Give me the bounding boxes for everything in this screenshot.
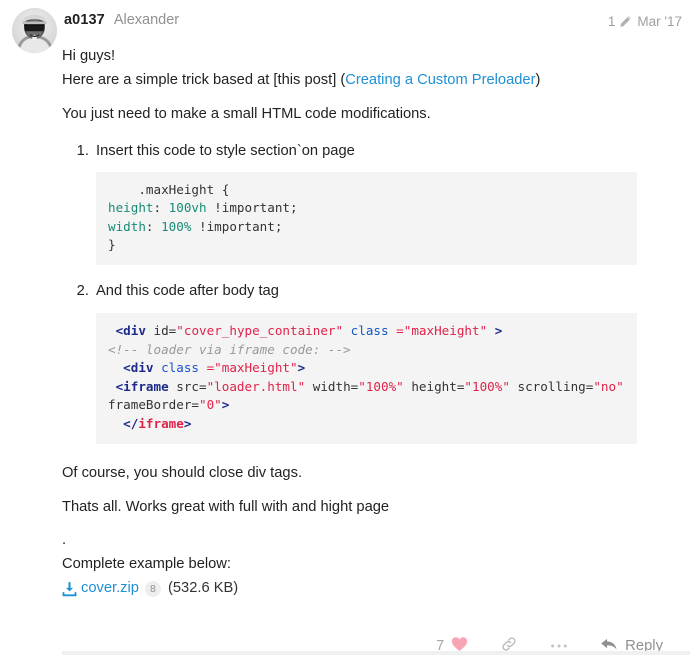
code-token: <iframe — [108, 378, 169, 394]
like-button[interactable]: 7 — [427, 630, 477, 662]
paragraph-greeting: Hi guys! — [62, 48, 116, 64]
paragraph-intro: Here are a simple trick based at [this p… — [62, 70, 678, 91]
code-token: scrolling= — [509, 378, 594, 394]
paragraph-outro-3: . — [62, 532, 67, 549]
paragraph-note: You just need to make a small HTML code … — [62, 105, 431, 122]
paragraph-outro-1: Of course, you should close div tags. — [62, 464, 303, 481]
more-actions-button[interactable] — [541, 632, 577, 660]
code-token: <div — [108, 360, 154, 376]
code-token: class — [153, 360, 207, 376]
code-token: > — [183, 416, 192, 431]
avatar-photo — [12, 8, 57, 53]
code-block-css[interactable]: .maxHeight { height: 100vh !important; w… — [96, 171, 637, 265]
post-body: Hi guys! Here are a simple trick based a… — [0, 46, 690, 599]
code-token: id= — [145, 322, 177, 338]
code-token: height= — [403, 378, 465, 394]
intro-text-before: Here are a simple trick based at [this p… — [62, 71, 346, 88]
code-token: <div — [108, 322, 146, 338]
code-html-content: <div id="cover_hype_container" class ="m… — [108, 323, 631, 431]
steps-list: Insert this code to style section`on pag… — [62, 141, 678, 444]
post-divider — [62, 651, 690, 655]
code-token: "100%" — [358, 378, 404, 394]
step-item-1: Insert this code to style section`on pag… — [93, 141, 678, 265]
reply-button[interactable]: Reply — [591, 630, 672, 662]
share-link-button[interactable] — [491, 629, 527, 663]
code-token: > — [221, 397, 230, 413]
code-token: .maxHeight { — [108, 181, 230, 197]
post-fullname: Alexander — [113, 12, 180, 28]
code-token: !important; — [191, 218, 283, 234]
code-token: "loader.html" — [206, 378, 306, 394]
code-token: height — [108, 200, 154, 216]
paragraph-outro-2: Thats all. Works great with full with an… — [62, 498, 390, 515]
code-token: "0" — [199, 397, 222, 413]
attachment-download-count: 8 — [144, 580, 161, 597]
download-icon — [62, 582, 77, 597]
code-token: src= — [168, 378, 207, 394]
code-token: 100vh — [168, 200, 207, 216]
code-token: ="maxHeight" — [206, 360, 298, 376]
paragraph-outro-4: Complete example below: — [62, 556, 231, 573]
code-token: > — [487, 322, 503, 338]
code-token: !important; — [206, 200, 298, 216]
code-token: iframe — [138, 416, 184, 431]
code-token: "100%" — [464, 378, 510, 394]
code-token: > — [297, 360, 306, 376]
post-meta: 1 Mar '17 — [608, 7, 682, 29]
post-date: Mar '17 — [637, 13, 682, 29]
code-token: <!-- loader via iframe code: --> — [108, 341, 351, 357]
code-token: : — [145, 218, 162, 234]
code-token: "no" — [593, 378, 624, 394]
step-1-text: Insert this code to style section`on pag… — [96, 142, 355, 159]
pencil-icon[interactable] — [619, 15, 632, 31]
attachment-row: cover.zip 8 (532.6 KB) — [62, 578, 678, 599]
attachment-filesize: (532.6 KB) — [167, 580, 239, 597]
attachment-filename-link[interactable]: cover.zip — [81, 578, 139, 599]
code-block-html[interactable]: <div id="cover_hype_container" class ="m… — [96, 312, 637, 444]
post-username[interactable]: a0137 — [64, 12, 105, 28]
code-token: ="maxHeight" — [396, 322, 488, 338]
code-css-content: .maxHeight { height: 100vh !important; w… — [108, 182, 298, 253]
intro-text-after: ) — [535, 71, 541, 88]
forum-post: a0137 Alexander 1 Mar '17 Hi guys! Here … — [0, 0, 690, 663]
step-2-text: And this code after body tag — [96, 283, 279, 299]
code-token: width= — [305, 378, 359, 394]
code-token: "cover_hype_container" — [176, 322, 344, 338]
code-token: class — [343, 322, 397, 338]
code-token: width — [108, 218, 146, 234]
post-header: a0137 Alexander 1 Mar '17 — [0, 0, 690, 53]
avatar[interactable] — [12, 8, 57, 53]
code-token: </ — [108, 416, 139, 431]
code-token: 100% — [161, 218, 192, 234]
poster-names: a0137 Alexander — [64, 7, 608, 28]
edit-count: 1 — [607, 13, 616, 29]
code-token: } — [108, 237, 116, 253]
post-actions: 7 Reply — [0, 629, 690, 663]
step-item-2: And this code after body tag <div id="co… — [93, 281, 678, 444]
code-token: : — [153, 200, 169, 216]
preloader-link[interactable]: Creating a Custom Preloader — [345, 72, 535, 88]
